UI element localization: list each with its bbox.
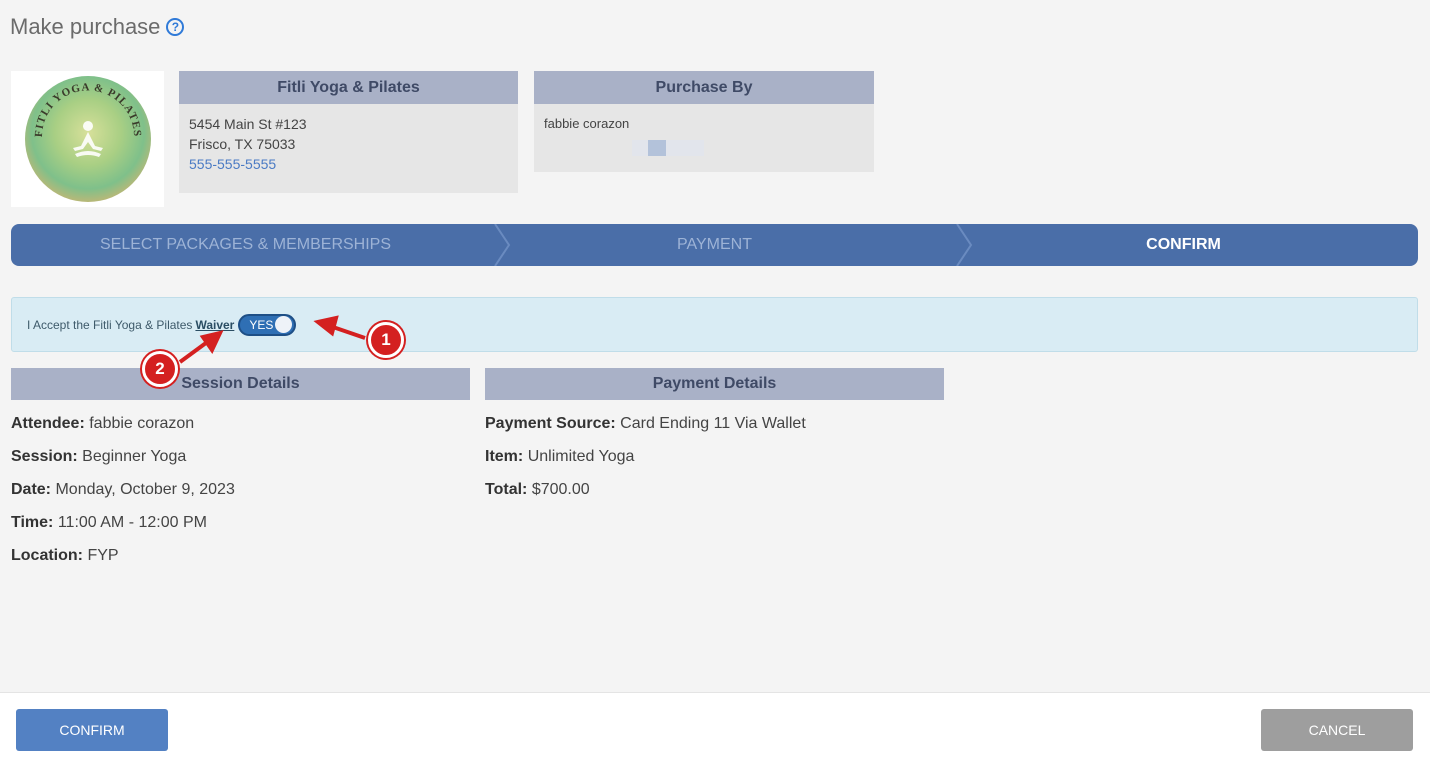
business-phone[interactable]: 555-555-5555 bbox=[189, 154, 508, 174]
detail-row: Payment Source: Card Ending 11 Via Walle… bbox=[485, 414, 806, 447]
address-line1: 5454 Main St #123 bbox=[189, 116, 307, 132]
detail-row: Attendee: fabbie corazon bbox=[11, 414, 235, 447]
confirm-button[interactable]: CONFIRM bbox=[16, 709, 168, 751]
detail-row: Time: 11:00 AM - 12:00 PM bbox=[11, 513, 235, 546]
page-title-text: Make purchase bbox=[10, 14, 161, 39]
purchase-by-card: Purchase By fabbie corazon bbox=[534, 71, 874, 172]
detail-value: FYP bbox=[87, 547, 119, 564]
purchaser-name: fabbie corazon bbox=[544, 116, 630, 131]
detail-label: Location: bbox=[11, 547, 83, 564]
toggle-label: YES bbox=[249, 317, 274, 332]
session-details-heading: Session Details bbox=[11, 368, 470, 400]
purchase-by-body: fabbie corazon bbox=[534, 104, 874, 172]
detail-label: Payment Source: bbox=[485, 415, 616, 432]
detail-label: Date: bbox=[11, 481, 52, 498]
detail-row: Location: FYP bbox=[11, 546, 235, 579]
step-separators bbox=[494, 224, 973, 266]
business-logo: FITLI YOGA & PILATES bbox=[11, 71, 164, 207]
payment-details-list: Payment Source: Card Ending 11 Via Walle… bbox=[485, 414, 806, 513]
detail-label: Attendee: bbox=[11, 415, 85, 432]
detail-value: Card Ending 11 Via Wallet bbox=[620, 415, 806, 432]
annotation-badge-2: 2 bbox=[142, 351, 178, 387]
detail-value: Beginner Yoga bbox=[82, 448, 187, 465]
checkout-steps: SELECT PACKAGES & MEMBERSHIPS PAYMENT CO… bbox=[11, 224, 1418, 266]
detail-row: Total: $700.00 bbox=[485, 480, 806, 513]
business-card: Fitli Yoga & Pilates 5454 Main St #123 F… bbox=[179, 71, 518, 193]
annotation-badge-1: 1 bbox=[368, 322, 404, 358]
waiver-bar: I Accept the Fitli Yoga & Pilates Waiver… bbox=[11, 297, 1418, 352]
detail-value: 11:00 AM - 12:00 PM bbox=[57, 514, 207, 531]
address-line2: Frisco, TX 75033 bbox=[189, 136, 296, 152]
waiver-link[interactable]: Waiver bbox=[195, 318, 234, 332]
toggle-knob bbox=[275, 316, 293, 333]
detail-value: Unlimited Yoga bbox=[527, 448, 635, 465]
detail-label: Session: bbox=[11, 448, 78, 465]
footer-bar: CONFIRM CANCEL bbox=[0, 692, 1430, 763]
page-title: Make purchase ? bbox=[10, 14, 185, 40]
cancel-button[interactable]: CANCEL bbox=[1261, 709, 1413, 751]
detail-label: Item: bbox=[485, 448, 524, 465]
detail-row: Session: Beginner Yoga bbox=[11, 447, 235, 480]
payment-details-heading: Payment Details bbox=[485, 368, 944, 400]
logo-image: FITLI YOGA & PILATES bbox=[24, 76, 151, 202]
detail-value: fabbie corazon bbox=[89, 415, 195, 432]
detail-row: Item: Unlimited Yoga bbox=[485, 447, 806, 480]
session-details-list: Attendee: fabbie corazon Session: Beginn… bbox=[11, 414, 235, 579]
purchase-by-heading: Purchase By bbox=[534, 71, 874, 104]
business-address: 5454 Main St #123 Frisco, TX 75033 555-5… bbox=[179, 104, 518, 193]
business-name: Fitli Yoga & Pilates bbox=[179, 71, 518, 104]
redacted-info bbox=[632, 140, 704, 156]
detail-row: Date: Monday, October 9, 2023 bbox=[11, 480, 235, 513]
detail-value: Monday, October 9, 2023 bbox=[55, 481, 235, 498]
waiver-toggle[interactable]: YES bbox=[238, 313, 297, 336]
waiver-text: I Accept the Fitli Yoga & Pilates bbox=[27, 317, 193, 332]
question-circle-icon[interactable]: ? bbox=[166, 18, 185, 36]
detail-label: Total: bbox=[485, 481, 528, 498]
detail-value: $700.00 bbox=[531, 481, 590, 498]
detail-label: Time: bbox=[11, 514, 54, 531]
